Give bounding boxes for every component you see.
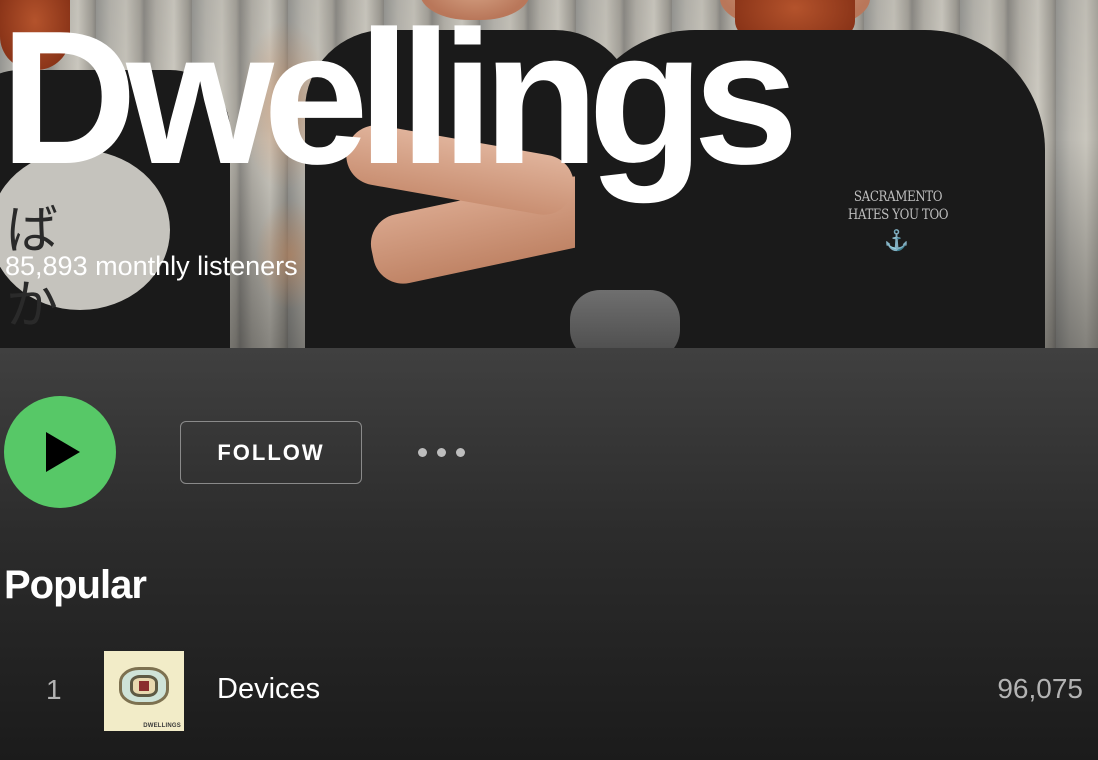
more-options-button[interactable] — [406, 434, 478, 470]
artist-content: FOLLOW Popular 1 DWELLINGS Devices 96,07… — [0, 348, 1098, 760]
track-number: 1 — [46, 674, 62, 705]
anchor-icon: ⚓ — [884, 230, 909, 252]
play-icon — [46, 432, 80, 472]
artist-name: Dwellings — [0, 0, 799, 204]
popular-section-title: Popular — [4, 563, 147, 607]
track-title[interactable]: Devices — [217, 673, 320, 706]
track-row[interactable]: 1 DWELLINGS Devices 96,075 — [0, 650, 1098, 732]
shirt-print-sacramento: SACRAMENTO HATES YOU TOO — [847, 189, 949, 223]
monthly-listeners: 85,893 monthly listeners — [5, 251, 298, 281]
more-options-icon — [418, 448, 427, 457]
more-options-icon — [437, 448, 446, 457]
more-options-icon — [456, 448, 465, 457]
follow-button[interactable]: FOLLOW — [180, 421, 362, 484]
album-art-label: DWELLINGS — [143, 723, 181, 729]
artist-header-image: ばか SACRAMENTO HATES YOU TOO ⚓ Dwellings … — [0, 0, 1098, 348]
track-play-count: 96,075 — [997, 673, 1083, 704]
album-art: DWELLINGS — [104, 651, 184, 731]
play-button[interactable] — [4, 396, 116, 508]
